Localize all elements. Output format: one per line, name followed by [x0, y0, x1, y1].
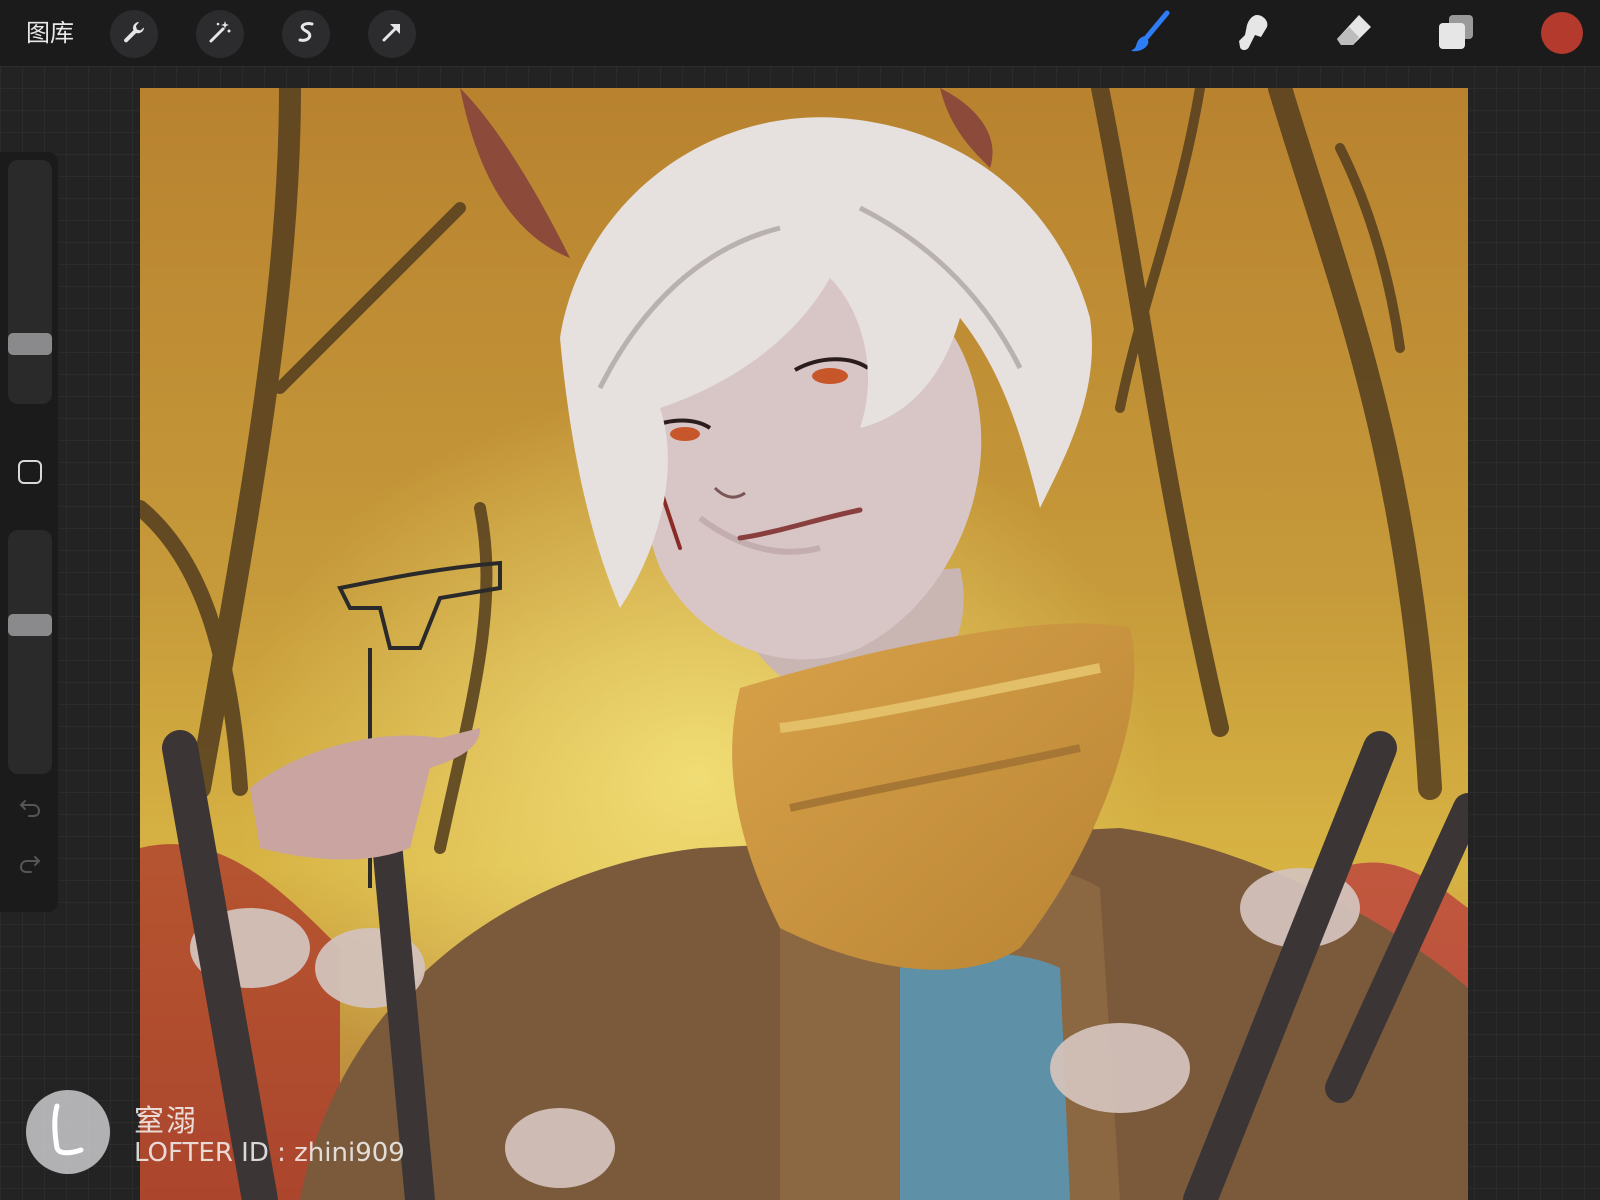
actions-button[interactable]: [110, 10, 158, 58]
lofter-logo: [26, 1090, 110, 1174]
layers-button[interactable]: [1430, 8, 1482, 60]
square-outline-icon: [17, 459, 43, 489]
color-picker-button[interactable]: [1541, 12, 1583, 54]
arrow-cursor-icon: [378, 18, 406, 50]
undo-button[interactable]: [14, 792, 46, 824]
eraser-tool-button[interactable]: [1328, 8, 1380, 60]
left-sidebar: [0, 152, 58, 912]
wrench-icon: [120, 18, 148, 50]
selection-s-icon: [292, 18, 320, 50]
smudge-finger-icon: [1231, 11, 1273, 57]
watermark-author-name: 窒溺: [134, 1104, 198, 1139]
smudge-tool-button[interactable]: [1226, 8, 1278, 60]
adjustments-button[interactable]: [196, 10, 244, 58]
lofter-l-icon: [41, 1100, 95, 1164]
watermark-lofter-id: LOFTER ID : zhini909: [134, 1138, 405, 1168]
brush-icon: [1127, 9, 1173, 59]
brush-opacity-slider[interactable]: [8, 530, 52, 774]
gallery-button[interactable]: 图库: [26, 16, 74, 50]
top-toolbar: 图库: [0, 0, 1600, 66]
brush-opacity-slider-thumb[interactable]: [8, 614, 52, 637]
undo-icon: [17, 793, 43, 823]
brush-size-slider-thumb[interactable]: [8, 333, 52, 356]
brush-size-slider[interactable]: [8, 160, 52, 404]
drawing-canvas[interactable]: [140, 88, 1468, 1200]
layers-icon: [1435, 11, 1477, 57]
redo-icon: [17, 849, 43, 879]
magic-wand-icon: [206, 18, 234, 50]
artwork-illustration: [140, 88, 1468, 1200]
modify-button[interactable]: [16, 460, 44, 488]
redo-button[interactable]: [14, 848, 46, 880]
brush-tool-button[interactable]: [1124, 8, 1176, 60]
transform-button[interactable]: [368, 10, 416, 58]
selection-button[interactable]: [282, 10, 330, 58]
eraser-icon: [1333, 11, 1375, 57]
